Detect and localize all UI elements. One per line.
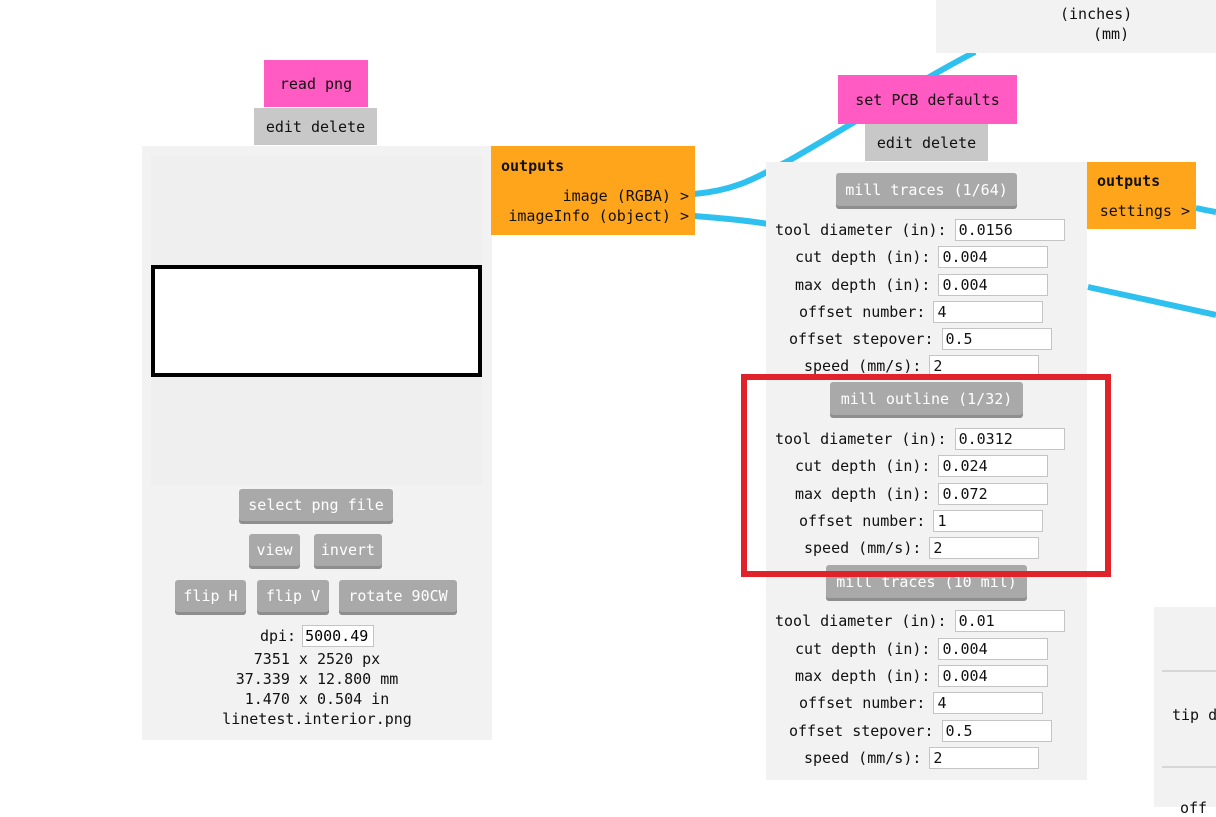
- wire-settings-out: [1195, 205, 1216, 215]
- output-imageinfo-port[interactable]: imageInfo (object) >: [508, 207, 689, 225]
- dpi-label: dpi:: [259, 627, 297, 645]
- offset-stepover-label: offset stepover:: [789, 330, 934, 348]
- tool-diameter-input[interactable]: [954, 610, 1065, 632]
- outputs-header: outputs: [501, 157, 565, 175]
- max-depth-row: max depth (in):: [795, 483, 1049, 505]
- cut-depth-row: cut depth (in):: [795, 638, 1049, 660]
- tool-diameter-input[interactable]: [954, 428, 1065, 450]
- offset-number-label: offset number:: [799, 512, 926, 530]
- divider: [1162, 766, 1216, 768]
- flip-v-button[interactable]: flip V: [257, 580, 329, 612]
- rotate-90cw-button[interactable]: rotate 90CW: [339, 580, 457, 612]
- offset-stepover-input[interactable]: [941, 720, 1052, 742]
- mill-traces-10-mil-button[interactable]: mill traces (10 mil): [826, 565, 1027, 598]
- offset-stepover-row: offset stepover:: [789, 720, 1052, 742]
- unit-mm-label: (mm): [1093, 25, 1130, 43]
- output-settings-port[interactable]: settings >: [1100, 202, 1190, 220]
- delete-link[interactable]: delete: [922, 134, 976, 152]
- speed-input[interactable]: [929, 537, 1040, 559]
- offset-number-row: offset number:: [799, 301, 1044, 323]
- read-png-outputs: outputs image (RGBA) > imageInfo (object…: [491, 146, 695, 235]
- view-button[interactable]: view: [249, 534, 300, 566]
- offset-stepover-input[interactable]: [941, 328, 1052, 350]
- delete-link[interactable]: delete: [311, 118, 365, 136]
- max-depth-label: max depth (in):: [795, 276, 931, 294]
- tool-diameter-input[interactable]: [954, 219, 1065, 241]
- tool-diameter-label: tool diameter (in):: [775, 221, 947, 239]
- size-mm-text: 37.339 x 12.800 mm: [235, 670, 399, 688]
- read-png-panel: select png file view invert flip H flip …: [142, 146, 492, 740]
- unit-inches-label: (inches): [1060, 5, 1133, 23]
- cut-depth-input[interactable]: [938, 246, 1049, 268]
- set-pcb-defaults-title[interactable]: set PCB defaults: [838, 75, 1017, 124]
- tool-diameter-label: tool diameter (in):: [775, 612, 947, 630]
- max-depth-input[interactable]: [938, 665, 1049, 687]
- image-preview: [151, 265, 482, 377]
- tool-diameter-row: tool diameter (in):: [775, 428, 1065, 450]
- wire-right: [1087, 284, 1216, 318]
- bottom-right-module: tip d off: [1154, 607, 1216, 817]
- speed-label: speed (mm/s):: [804, 357, 922, 375]
- cut-depth-label: cut depth (in):: [795, 640, 931, 658]
- offset-number-input[interactable]: [933, 301, 1044, 323]
- size-px-text: 7351 x 2520 px: [253, 650, 381, 668]
- invert-button[interactable]: invert: [314, 534, 382, 566]
- max-depth-row: max depth (in):: [795, 274, 1049, 296]
- dpi-row: dpi:: [142, 625, 492, 647]
- offset-number-row: offset number:: [799, 692, 1044, 714]
- offset-number-input[interactable]: [933, 510, 1044, 532]
- speed-row: speed (mm/s):: [804, 747, 1040, 769]
- max-depth-label: max depth (in):: [795, 667, 931, 685]
- size-in-text: 1.470 x 0.504 in: [244, 690, 390, 708]
- speed-label: speed (mm/s):: [804, 749, 922, 767]
- read-png-title[interactable]: read png: [264, 60, 368, 107]
- set-pcb-defaults-title-text: set PCB defaults: [855, 90, 1000, 109]
- tool-diameter-row: tool diameter (in):: [775, 610, 1065, 632]
- speed-input[interactable]: [929, 747, 1040, 769]
- offset-number-row: offset number:: [799, 510, 1044, 532]
- max-depth-input[interactable]: [938, 483, 1049, 505]
- output-image-port[interactable]: image (RGBA) >: [563, 187, 689, 205]
- mill-outline-1-32-button[interactable]: mill outline (1/32): [830, 382, 1023, 415]
- pcb-edit-bar: edit delete: [865, 124, 988, 161]
- outputs-header: outputs: [1097, 172, 1161, 190]
- offset-stepover-row: offset stepover:: [789, 328, 1052, 350]
- flip-h-button[interactable]: flip H: [175, 580, 246, 612]
- max-depth-label: max depth (in):: [795, 485, 931, 503]
- off-text: off: [1180, 799, 1208, 817]
- filename-text: linetest.interior.png: [222, 710, 412, 728]
- cut-depth-label: cut depth (in):: [795, 457, 931, 475]
- edit-link[interactable]: edit: [266, 118, 302, 136]
- offset-number-input[interactable]: [933, 692, 1044, 714]
- cut-depth-input[interactable]: [938, 455, 1049, 477]
- speed-row: speed (mm/s):: [804, 355, 1040, 377]
- tool-diameter-row: tool diameter (in):: [775, 219, 1065, 241]
- divider: [1162, 670, 1216, 672]
- max-depth-input[interactable]: [938, 274, 1049, 296]
- image-preview-area: [151, 156, 482, 485]
- mill-traces-1-64-button[interactable]: mill traces (1/64): [836, 173, 1017, 206]
- speed-row: speed (mm/s):: [804, 537, 1040, 559]
- read-png-edit-bar: edit delete: [254, 108, 377, 145]
- tool-diameter-label: tool diameter (in):: [775, 430, 947, 448]
- offset-number-label: offset number:: [799, 303, 926, 321]
- read-png-title-text: read png: [279, 74, 353, 93]
- pcb-defaults-panel: mill traces (1/64) tool diameter (in): c…: [766, 162, 1087, 780]
- pcb-defaults-outputs: outputs settings >: [1087, 162, 1196, 229]
- cut-depth-row: cut depth (in):: [795, 455, 1049, 477]
- dpi-input[interactable]: [302, 625, 375, 647]
- speed-label: speed (mm/s):: [804, 539, 922, 557]
- tip-text: tip d: [1172, 706, 1216, 724]
- wire-imageinfo: [693, 213, 769, 227]
- cut-depth-input[interactable]: [938, 638, 1049, 660]
- offset-number-label: offset number:: [799, 694, 926, 712]
- cut-depth-row: cut depth (in):: [795, 246, 1049, 268]
- max-depth-row: max depth (in):: [795, 665, 1049, 687]
- offset-stepover-label: offset stepover:: [789, 722, 934, 740]
- select-png-file-button[interactable]: select png file: [239, 489, 393, 521]
- edit-link[interactable]: edit: [877, 134, 913, 152]
- top-right-module: (inches) (mm): [936, 0, 1216, 53]
- cut-depth-label: cut depth (in):: [795, 248, 931, 266]
- speed-input[interactable]: [929, 355, 1040, 377]
